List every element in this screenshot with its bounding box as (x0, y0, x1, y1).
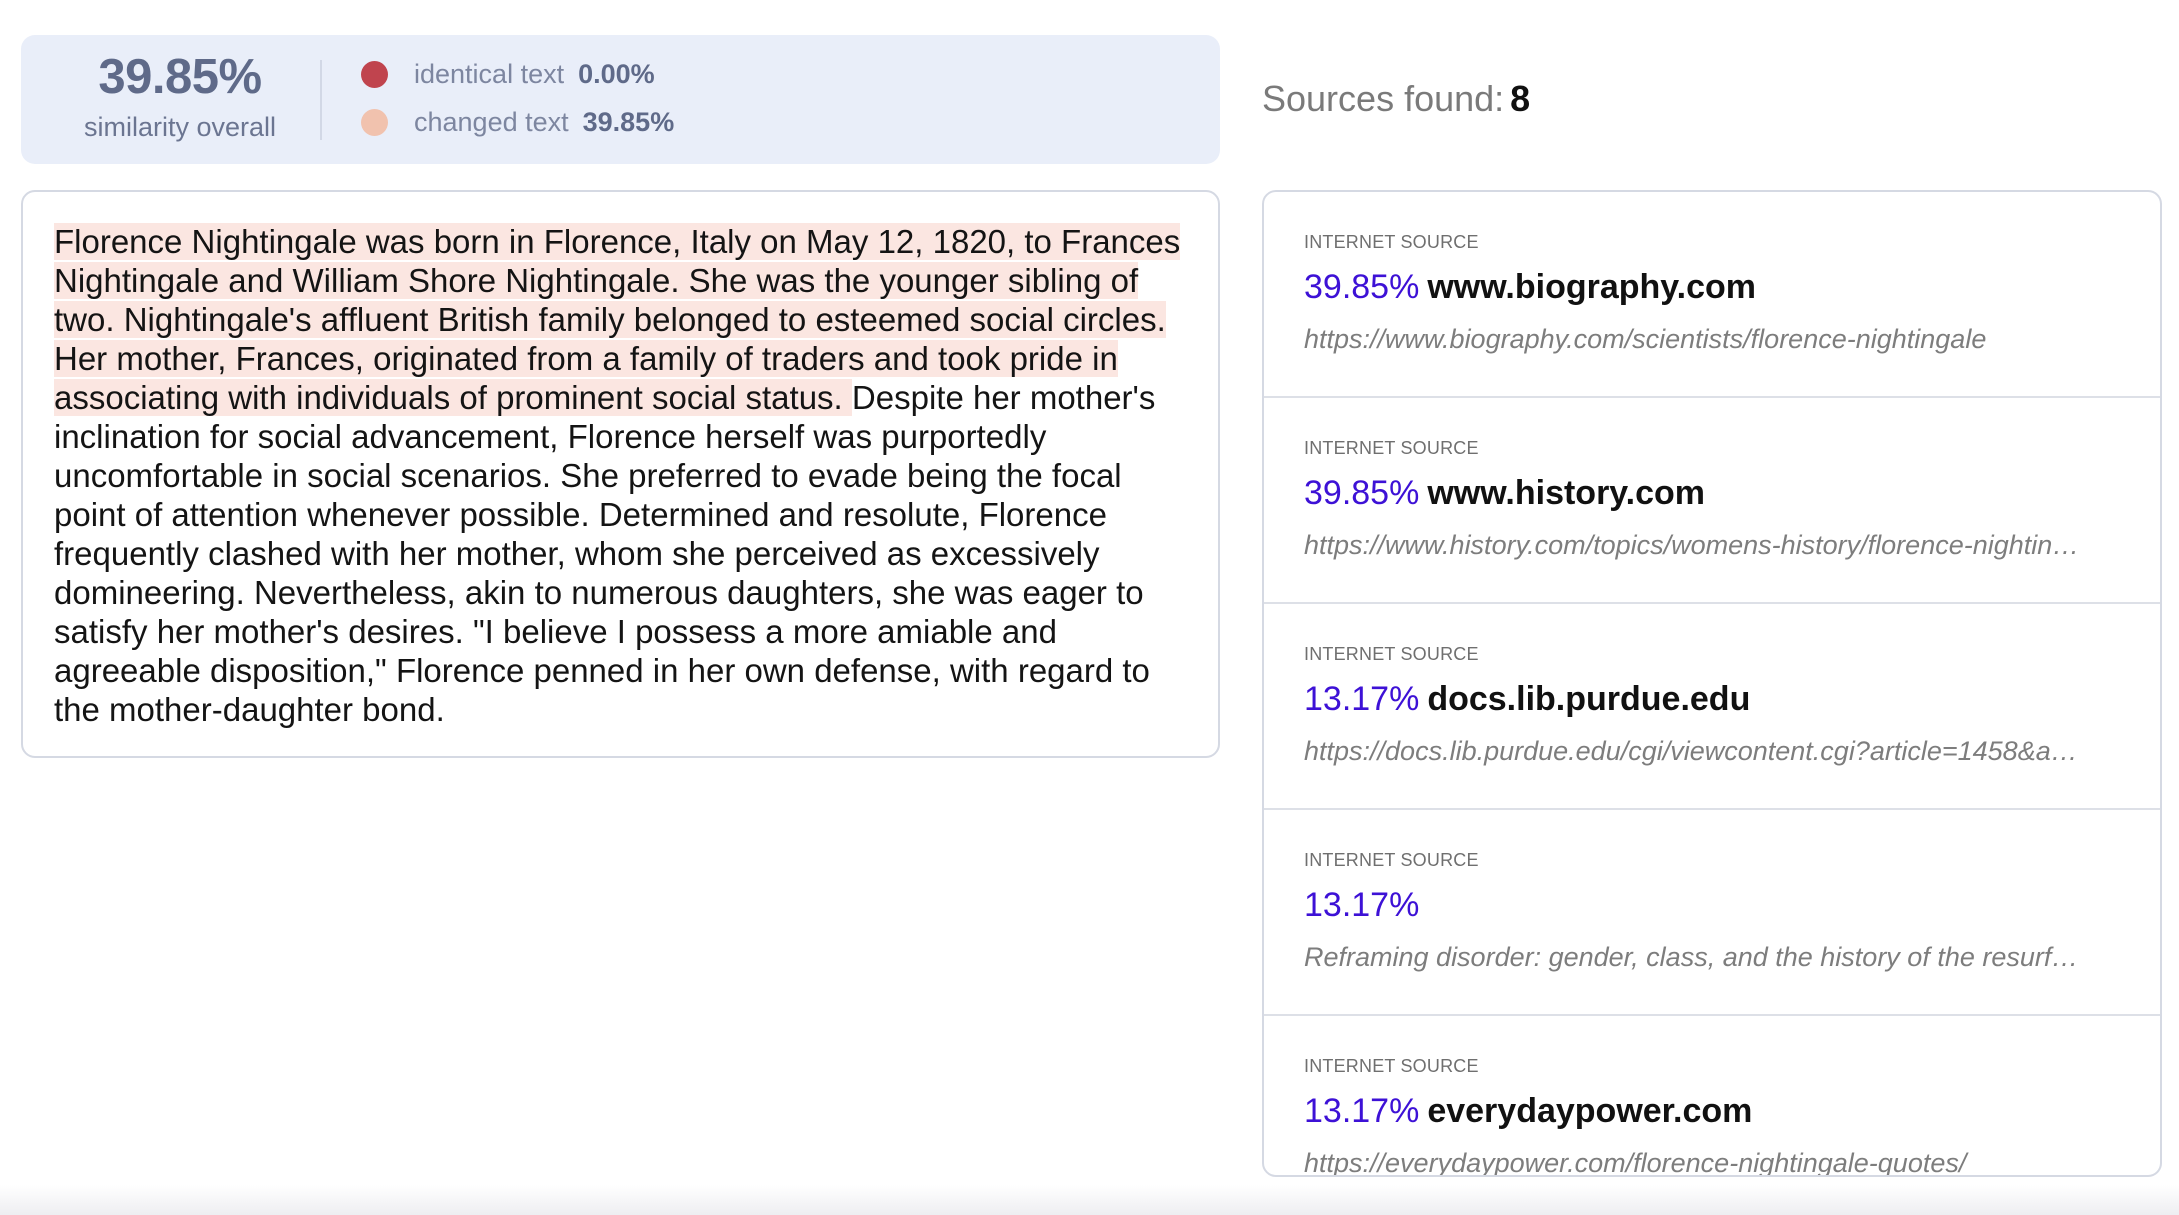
changed-dot-icon (361, 109, 388, 136)
source-domain: www.history.com (1427, 474, 1706, 512)
source-item[interactable]: INTERNET SOURCE 39.85% www.biography.com … (1264, 192, 2160, 398)
plagiarism-report: 39.85% similarity overall identical text… (0, 0, 2179, 1215)
identical-dot-icon (361, 61, 388, 88)
sources-found-count: 8 (1510, 78, 1531, 119)
source-item[interactable]: INTERNET SOURCE 13.17% Reframing disorde… (1264, 810, 2160, 1016)
source-url-link[interactable]: https://www.history.com/topics/womens-hi… (1304, 530, 2124, 561)
source-title: 39.85% www.biography.com (1304, 268, 1756, 307)
source-type: INTERNET SOURCE (1304, 438, 1479, 458)
summary-divider (320, 60, 322, 140)
legend-identical: identical text 0.00% (361, 59, 655, 90)
source-domain: everydaypower.com (1427, 1092, 1753, 1130)
overall-similarity-label: similarity overall (83, 112, 277, 142)
changed-value: 39.85% (582, 107, 675, 137)
source-type: INTERNET SOURCE (1304, 1056, 1479, 1076)
source-type: INTERNET SOURCE (1304, 232, 1479, 252)
source-url-link[interactable]: https://www.biography.com/scientists/flo… (1304, 324, 2124, 355)
source-type: INTERNET SOURCE (1304, 850, 1479, 870)
source-domain: docs.lib.purdue.edu (1427, 680, 1751, 718)
source-item[interactable]: INTERNET SOURCE 13.17% everydaypower.com … (1264, 1016, 2160, 1175)
source-percent: 13.17% (1304, 886, 1420, 924)
source-percent: 39.85% (1304, 268, 1420, 306)
sources-found: Sources found: 8 (1262, 78, 1530, 120)
similarity-summary: 39.85% similarity overall identical text… (21, 35, 1220, 164)
identical-value: 0.00% (578, 59, 655, 89)
source-url-link[interactable]: https://docs.lib.purdue.edu/cgi/viewcont… (1304, 736, 2124, 767)
sources-found-label: Sources found: (1262, 78, 1505, 119)
source-url-link[interactable]: https://everydaypower.com/florence-night… (1304, 1148, 2124, 1175)
bottom-shadow (0, 1185, 2179, 1215)
source-title: 13.17% docs.lib.purdue.edu (1304, 680, 1750, 719)
overall-similarity-value: 39.85% (98, 50, 262, 104)
source-domain: www.biography.com (1427, 268, 1757, 306)
unmatched-text: Despite her mother's inclination for soc… (54, 379, 1156, 728)
source-title: 13.17% everydaypower.com (1304, 1092, 1752, 1131)
source-url-link[interactable]: Reframing disorder: gender, class, and t… (1304, 942, 2124, 973)
source-percent: 13.17% (1304, 1092, 1420, 1130)
source-item[interactable]: INTERNET SOURCE 39.85% www.history.com ht… (1264, 398, 2160, 604)
identical-label: identical text (414, 59, 565, 89)
document-text: Florence Nightingale was born in Florenc… (54, 222, 1194, 729)
source-title: 39.85% www.history.com (1304, 474, 1705, 513)
sources-list: INTERNET SOURCE 39.85% www.biography.com … (1262, 190, 2162, 1177)
source-item[interactable]: INTERNET SOURCE 13.17% docs.lib.purdue.ed… (1264, 604, 2160, 810)
source-percent: 13.17% (1304, 680, 1420, 718)
source-title: 13.17% (1304, 886, 1427, 925)
overall-similarity: 39.85% similarity overall (21, 53, 339, 143)
source-type: INTERNET SOURCE (1304, 644, 1479, 664)
document-text-panel: Florence Nightingale was born in Florenc… (21, 190, 1220, 758)
changed-label: changed text (414, 107, 569, 137)
legend-changed: changed text 39.85% (361, 107, 674, 138)
source-percent: 39.85% (1304, 474, 1420, 512)
